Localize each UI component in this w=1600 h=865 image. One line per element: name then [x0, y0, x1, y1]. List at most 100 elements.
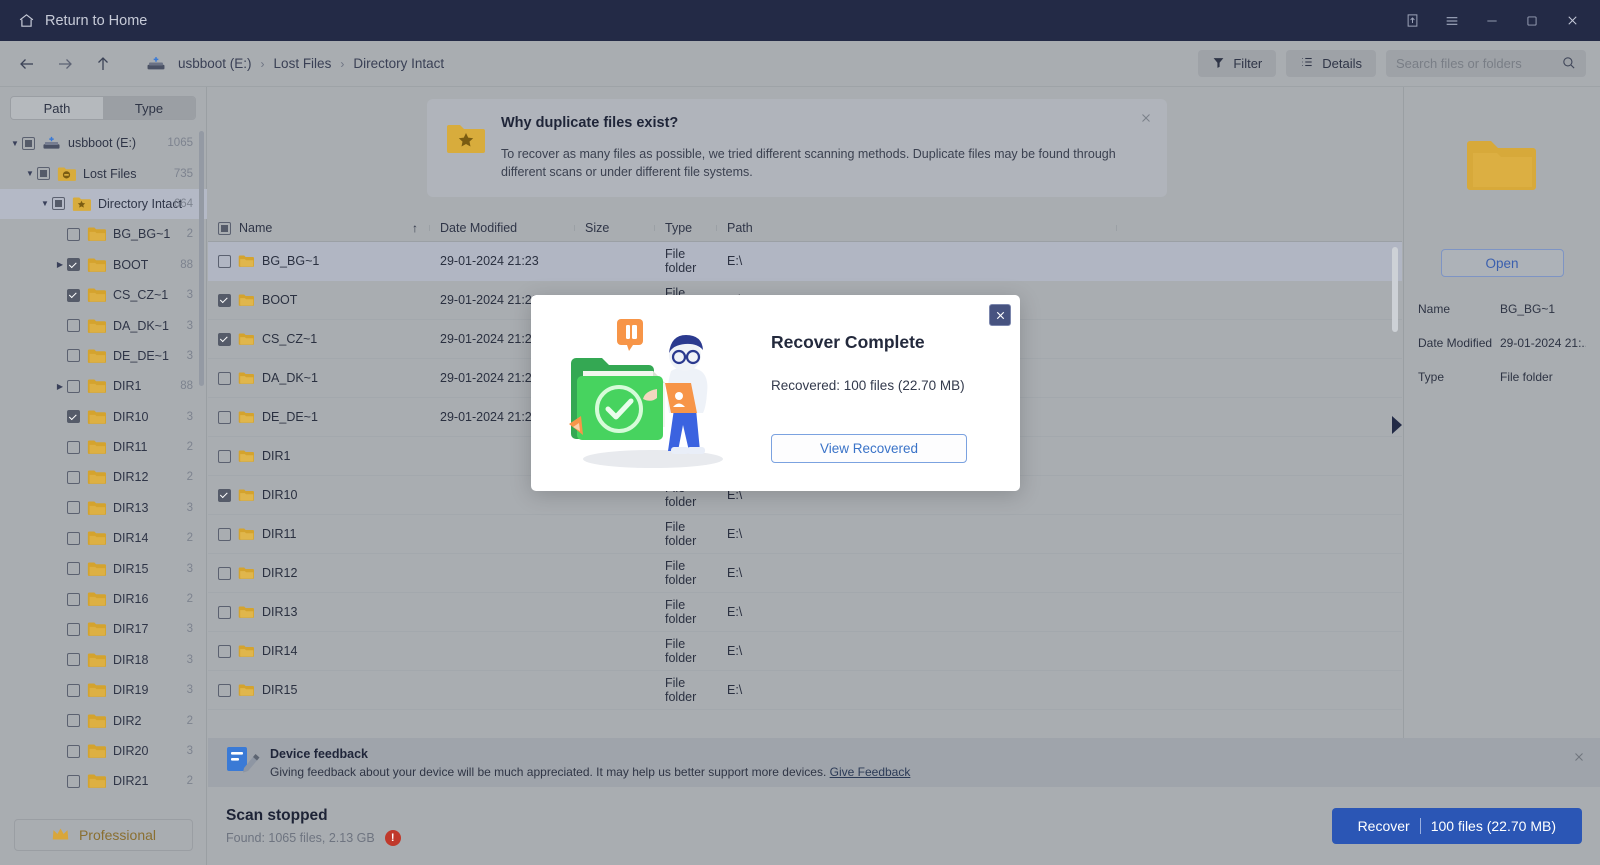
- tree-item-cs-cz-1[interactable]: CS_CZ~1 3: [0, 280, 207, 310]
- search-box[interactable]: Search files or folders: [1386, 50, 1586, 77]
- tree-item-bg-bg-1[interactable]: BG_BG~1 2: [0, 219, 207, 249]
- tree-item-checkbox[interactable]: [67, 774, 80, 788]
- tree-item-checkbox[interactable]: [67, 288, 80, 302]
- row-checkbox[interactable]: [218, 605, 231, 619]
- expand-down-icon[interactable]: ▼: [23, 169, 37, 178]
- tree-item-checkbox[interactable]: [67, 440, 80, 454]
- row-checkbox[interactable]: [218, 683, 231, 697]
- tree-item-dir10[interactable]: DIR10 3: [0, 402, 207, 432]
- tree-item-boot[interactable]: ▶ BOOT 88: [0, 250, 207, 280]
- close-icon[interactable]: [1139, 111, 1153, 129]
- row-checkbox[interactable]: [218, 566, 231, 580]
- tree-item-dir1[interactable]: ▶ DIR1 88: [0, 371, 207, 401]
- tree-item-dir12[interactable]: DIR12 2: [0, 462, 207, 492]
- tree-item-checkbox[interactable]: [67, 683, 80, 697]
- tree-item-dir20[interactable]: DIR20 3: [0, 736, 207, 766]
- expand-down-icon[interactable]: ▼: [8, 139, 22, 148]
- tree-item-da-dk-1[interactable]: DA_DK~1 3: [0, 310, 207, 340]
- table-row[interactable]: BG_BG~1 29-01-2024 21:23 File folder E:\: [208, 242, 1402, 281]
- column-divider[interactable]: [1116, 225, 1117, 231]
- row-checkbox[interactable]: [218, 293, 231, 307]
- back-arrow-icon[interactable]: [12, 49, 42, 79]
- tree-item-dir13[interactable]: DIR13 3: [0, 493, 207, 523]
- column-header-type[interactable]: Type: [655, 221, 717, 235]
- tree-item-dir14[interactable]: DIR14 2: [0, 523, 207, 553]
- select-all-checkbox[interactable]: [218, 221, 231, 235]
- row-checkbox[interactable]: [218, 488, 231, 502]
- row-checkbox[interactable]: [218, 371, 231, 385]
- expand-right-icon[interactable]: ▶: [53, 382, 67, 391]
- details-button[interactable]: Details: [1286, 50, 1376, 77]
- view-recovered-button[interactable]: View Recovered: [771, 434, 967, 463]
- forward-arrow-icon[interactable]: [50, 49, 80, 79]
- tab-type[interactable]: Type: [103, 97, 195, 119]
- table-row[interactable]: DIR11 File folder E:\: [208, 515, 1402, 554]
- warning-icon[interactable]: !: [384, 829, 401, 846]
- return-to-home-button[interactable]: Return to Home: [18, 12, 147, 29]
- tree-item-dir16[interactable]: DIR16 2: [0, 584, 207, 614]
- tree-item-checkbox[interactable]: [67, 319, 80, 333]
- row-checkbox[interactable]: [218, 644, 231, 658]
- tree-item-dir18[interactable]: DIR18 3: [0, 645, 207, 675]
- give-feedback-link[interactable]: Give Feedback: [830, 765, 911, 779]
- minimize-icon[interactable]: [1472, 0, 1512, 41]
- tree-item-checkbox[interactable]: [67, 714, 80, 728]
- maximize-icon[interactable]: [1512, 0, 1552, 41]
- open-button[interactable]: Open: [1440, 249, 1564, 277]
- close-icon[interactable]: [1572, 750, 1586, 768]
- tree-item-checkbox[interactable]: [67, 258, 80, 272]
- breadcrumb-item-2[interactable]: Directory Intact: [353, 56, 444, 71]
- tree-item-dir15[interactable]: DIR15 3: [0, 553, 207, 583]
- tab-path[interactable]: Path: [11, 97, 103, 119]
- tree-item-dir11[interactable]: DIR11 2: [0, 432, 207, 462]
- table-row[interactable]: DIR15 File folder E:\: [208, 671, 1402, 710]
- tree-item-de-de-1[interactable]: DE_DE~1 3: [0, 341, 207, 371]
- tree-item-checkbox[interactable]: [37, 167, 50, 181]
- table-scrollbar[interactable]: [1392, 247, 1398, 332]
- tree-item-lost-files[interactable]: ▼ Lost Files 735: [0, 158, 207, 188]
- table-row[interactable]: DIR14 File folder E:\: [208, 632, 1402, 671]
- tree-item-checkbox[interactable]: [67, 592, 80, 606]
- recover-button[interactable]: Recover 100 files (22.70 MB): [1331, 808, 1582, 844]
- column-header-size[interactable]: Size: [575, 221, 655, 235]
- breadcrumb-item-1[interactable]: Lost Files: [274, 56, 332, 71]
- breadcrumb-item-0[interactable]: usbboot (E:): [178, 56, 252, 71]
- upload-icon[interactable]: [1392, 0, 1432, 41]
- expand-right-icon[interactable]: ▶: [53, 260, 67, 269]
- tree-item-checkbox[interactable]: [67, 501, 80, 515]
- column-header-name[interactable]: Name ↑: [208, 221, 430, 235]
- tree-item-checkbox[interactable]: [67, 653, 80, 667]
- close-icon[interactable]: [1552, 0, 1592, 41]
- row-checkbox[interactable]: [218, 332, 231, 346]
- row-checkbox[interactable]: [218, 449, 231, 463]
- filter-button[interactable]: Filter: [1198, 50, 1277, 77]
- tree-item-checkbox[interactable]: [67, 562, 80, 576]
- tree-item-checkbox[interactable]: [22, 136, 35, 150]
- tree-item-checkbox[interactable]: [67, 744, 80, 758]
- expand-down-icon[interactable]: ▼: [38, 199, 52, 208]
- tree-item-checkbox[interactable]: [67, 410, 80, 424]
- panel-collapse-handle[interactable]: [1392, 416, 1402, 434]
- column-header-path[interactable]: Path: [717, 221, 1117, 235]
- row-checkbox[interactable]: [218, 410, 231, 424]
- table-row[interactable]: DIR13 File folder E:\: [208, 593, 1402, 632]
- sidebar-scrollbar[interactable]: [199, 131, 204, 386]
- tree-item-checkbox[interactable]: [67, 531, 80, 545]
- search-input-placeholder[interactable]: Search files or folders: [1396, 56, 1555, 71]
- tree-item-checkbox[interactable]: [67, 622, 80, 636]
- tree-item-checkbox[interactable]: [52, 197, 65, 211]
- tree-item-directory-intact[interactable]: ▼ Directory Intact 664: [0, 188, 207, 220]
- tree-item-dir19[interactable]: DIR19 3: [0, 675, 207, 705]
- close-icon[interactable]: [989, 304, 1011, 326]
- tree-item-checkbox[interactable]: [67, 349, 80, 363]
- tree-item-dir2[interactable]: DIR2 2: [0, 705, 207, 735]
- column-header-date-modified[interactable]: Date Modified: [430, 221, 575, 235]
- row-checkbox[interactable]: [218, 527, 231, 541]
- up-arrow-icon[interactable]: [88, 49, 118, 79]
- search-icon[interactable]: [1561, 55, 1576, 73]
- menu-icon[interactable]: [1432, 0, 1472, 41]
- tree-item-dir17[interactable]: DIR17 3: [0, 614, 207, 644]
- tree-item-dir21[interactable]: DIR21 2: [0, 766, 207, 796]
- professional-upgrade-button[interactable]: Professional: [14, 819, 193, 851]
- tree-item-usbboot-e-[interactable]: ▼ usbboot (E:) 1065: [0, 128, 207, 158]
